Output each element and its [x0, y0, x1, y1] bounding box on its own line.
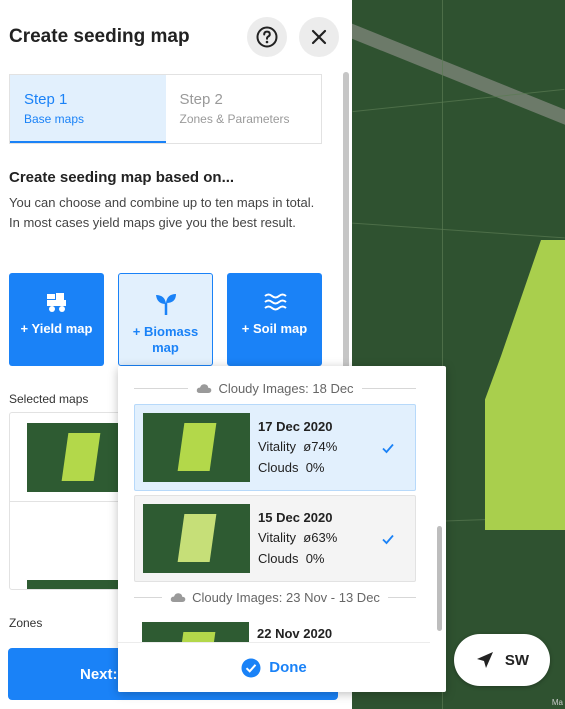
step-label: Base maps: [24, 112, 85, 126]
done-button[interactable]: Done: [118, 642, 430, 692]
step-number: Step 2: [179, 91, 223, 108]
selected-map-thumbnail[interactable]: [27, 580, 128, 589]
section-description: You can choose and combine up to ten map…: [9, 195, 315, 230]
map-field-border: [352, 222, 565, 239]
cloud-icon: [197, 384, 212, 393]
close-button[interactable]: [299, 17, 339, 57]
selected-maps-list: [9, 412, 129, 590]
checkmark-icon: [382, 443, 394, 453]
zones-label: Zones: [9, 616, 43, 630]
divider: [10, 501, 128, 502]
step-1-tab[interactable]: Step 1 Base maps: [10, 75, 166, 143]
step-number: Step 1: [24, 91, 68, 108]
image-group-header: Cloudy Images: 18 Dec: [134, 381, 416, 396]
page-title: Create seeding map: [9, 26, 190, 47]
panel-header: Create seeding map: [9, 16, 339, 58]
add-yield-map-button[interactable]: + Yield map: [9, 273, 104, 366]
image-date: 17 Dec 2020: [258, 418, 333, 434]
add-biomass-map-button[interactable]: + Biomass map: [118, 273, 213, 366]
map-attribution: Ma: [551, 698, 563, 707]
add-yield-map-label: + Yield map: [20, 321, 93, 336]
navigation-arrow-icon: [476, 652, 493, 668]
checkmark-icon: [382, 534, 394, 544]
step-2-tab[interactable]: Step 2 Zones & Parameters: [166, 75, 322, 143]
check-circle-icon: [241, 658, 261, 677]
help-icon: [256, 26, 278, 48]
map-selected-field[interactable]: [485, 240, 565, 530]
waves-icon: [263, 293, 287, 311]
image-option[interactable]: 17 Dec 2020 Vitality ø74% Clouds 0%: [134, 404, 416, 491]
image-group-title: Cloudy Images: 23 Nov - 13 Dec: [192, 590, 380, 605]
done-label: Done: [269, 659, 307, 676]
vitality-label: Vitality: [258, 439, 297, 455]
image-option[interactable]: 15 Dec 2020 Vitality ø63% Clouds 0%: [134, 495, 416, 582]
stepper: Step 1 Base maps Step 2 Zones & Paramete…: [9, 74, 322, 144]
vitality-label: Vitality: [258, 530, 297, 546]
image-date: 15 Dec 2020: [258, 509, 333, 525]
vitality-value: ø63%: [303, 530, 338, 546]
image-info: 15 Dec 2020 Vitality ø63% Clouds 0%: [258, 508, 381, 570]
sprout-icon: [155, 294, 176, 315]
selected-maps-label: Selected maps: [9, 392, 89, 406]
selected-map-thumbnail[interactable]: [27, 423, 128, 492]
section-title: Create seeding map based on...: [9, 169, 235, 186]
add-biomass-map-label: + Biomass map: [132, 324, 199, 355]
image-thumbnail: [143, 413, 250, 482]
image-group-header: Cloudy Images: 23 Nov - 13 Dec: [134, 590, 416, 605]
add-soil-map-label: + Soil map: [241, 321, 308, 336]
cloud-icon: [170, 593, 186, 602]
clouds-label: Clouds: [258, 459, 299, 475]
vitality-value: ø74%: [303, 439, 338, 455]
image-group-title: Cloudy Images: 18 Dec: [218, 381, 354, 396]
close-icon: [311, 29, 327, 45]
map-road: [352, 8, 565, 134]
dropdown-scrollbar[interactable]: [437, 526, 442, 631]
image-thumbnail: [143, 504, 250, 573]
harvester-icon: [46, 293, 66, 312]
clouds-value: 0%: [305, 459, 325, 475]
image-info: 17 Dec 2020 Vitality ø74% Clouds 0%: [258, 417, 381, 479]
add-soil-map-button[interactable]: + Soil map: [227, 273, 322, 366]
biomass-image-dropdown: Cloudy Images: 18 Dec 17 Dec 2020 Vitali…: [118, 366, 446, 692]
clouds-label: Clouds: [258, 550, 299, 566]
step-label: Zones & Parameters: [179, 112, 290, 126]
direction-button[interactable]: SW: [454, 634, 550, 686]
panel-scrollbar-thumb[interactable]: [343, 72, 349, 372]
help-button[interactable]: [247, 17, 287, 57]
direction-label: SW: [504, 651, 530, 669]
clouds-value: 0%: [305, 550, 325, 566]
